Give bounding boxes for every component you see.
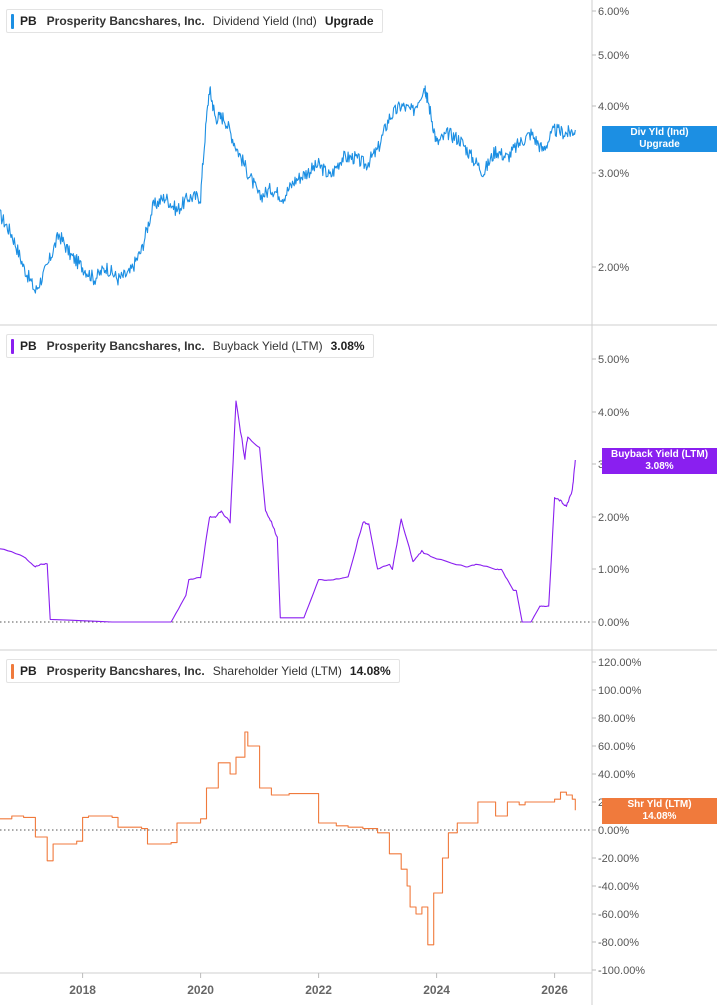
y-tick-label: 3.00% <box>598 168 629 180</box>
metric-value: 14.08% <box>349 664 391 678</box>
metric-name: Shareholder Yield (LTM) <box>212 664 342 678</box>
dividend-value-tag[interactable]: Div Yld (Ind) Upgrade <box>602 126 717 152</box>
y-tick-label: 40.00% <box>598 769 636 781</box>
y-tick-label: 60.00% <box>598 741 636 753</box>
company-name: Prosperity Bancshares, Inc. <box>46 664 205 678</box>
y-tick-label: 4.00% <box>598 407 629 419</box>
y-tick-label: -100.00% <box>598 965 645 977</box>
x-tick-label: 2020 <box>187 983 214 997</box>
ticker-label: PB <box>20 14 37 28</box>
buyback-value-tag: Buyback Yield (LTM) 3.08% <box>602 448 717 474</box>
y-tick-label: -20.00% <box>598 853 639 865</box>
y-tick-label: 5.00% <box>598 354 629 366</box>
buyback-yield-legend[interactable]: PB Prosperity Bancshares, Inc. Buyback Y… <box>6 334 374 358</box>
shareholder-series-line <box>0 731 576 946</box>
ticker-label: PB <box>20 664 37 678</box>
y-tick-label: 2.00% <box>598 512 629 524</box>
tag-metric: Shr Yld (LTM) <box>627 799 692 810</box>
y-tick-label: 80.00% <box>598 713 636 725</box>
x-tick-label: 2024 <box>423 983 450 997</box>
x-tick-label: 2026 <box>541 983 568 997</box>
buyback-series-line <box>0 400 576 623</box>
ticker-label: PB <box>20 339 37 353</box>
tag-metric: Buyback Yield (LTM) <box>610 449 709 460</box>
company-name: Prosperity Bancshares, Inc. <box>46 14 205 28</box>
metric-name: Buyback Yield (LTM) <box>212 339 323 353</box>
shareholder-value-tag: Shr Yld (LTM) 14.08% <box>602 798 717 824</box>
dividend-yield-legend[interactable]: PB Prosperity Bancshares, Inc. Dividend … <box>6 9 383 33</box>
y-tick-label: -60.00% <box>598 909 639 921</box>
y-tick-label: 2.00% <box>598 262 629 274</box>
y-tick-label: 4.00% <box>598 101 629 113</box>
dividend-swatch <box>11 13 14 29</box>
x-tick-label: 2022 <box>305 983 332 997</box>
dividend-series-line <box>0 85 576 294</box>
tag-value: 14.08% <box>642 811 677 822</box>
tag-value: Upgrade <box>639 139 680 150</box>
metric-value: 3.08% <box>330 339 365 353</box>
y-tick-label: -80.00% <box>598 937 639 949</box>
metric-value[interactable]: Upgrade <box>325 14 374 28</box>
buyback-swatch <box>11 338 14 354</box>
y-tick-label: 5.00% <box>598 50 629 62</box>
metric-name: Dividend Yield (Ind) <box>212 14 317 28</box>
shareholder-swatch <box>11 663 14 679</box>
y-tick-label: 100.00% <box>598 685 642 697</box>
y-tick-label: 1.00% <box>598 564 629 576</box>
tag-value: 3.08% <box>645 461 674 472</box>
tag-metric: Div Yld (Ind) <box>630 127 689 138</box>
y-tick-label: -40.00% <box>598 881 639 893</box>
company-name: Prosperity Bancshares, Inc. <box>46 339 205 353</box>
shareholder-yield-legend[interactable]: PB Prosperity Bancshares, Inc. Sharehold… <box>6 659 400 683</box>
y-tick-label: 0.00% <box>598 825 629 837</box>
y-tick-label: 120.00% <box>598 657 642 669</box>
x-tick-label: 2018 <box>69 983 96 997</box>
y-tick-label: 0.00% <box>598 617 629 629</box>
y-tick-label: 6.00% <box>598 6 629 18</box>
